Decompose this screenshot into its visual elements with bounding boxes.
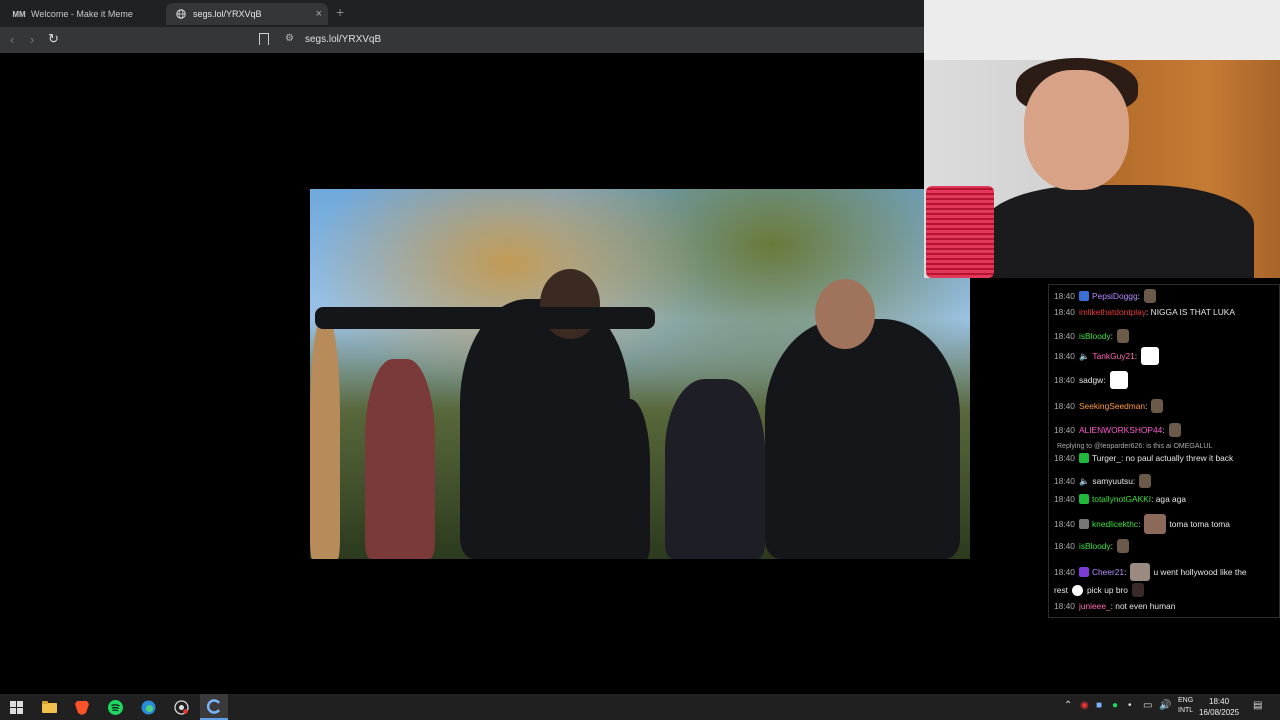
chat-message: 18:40 isBloody: [1054, 329, 1129, 343]
emote-icon [1141, 347, 1160, 365]
emote-icon [1168, 423, 1181, 437]
tab-segs-lol[interactable]: segs.lol/YRXVqB × [166, 3, 328, 25]
webcam-overlay [924, 0, 1280, 278]
globe-icon [174, 7, 188, 21]
emote-icon [1071, 584, 1083, 596]
verified-badge-icon [1078, 494, 1089, 504]
cup [926, 186, 994, 278]
emote-icon [1151, 399, 1164, 413]
emote-icon [1143, 289, 1156, 303]
chat-message: 18:40 🔈 TankGuy21: [1054, 347, 1160, 365]
spotify-icon[interactable] [106, 698, 124, 716]
speaker-badge-icon: 🔈 [1078, 350, 1090, 361]
reload-icon[interactable]: ↻ [48, 31, 59, 47]
taskbar: ⌃ ◉ ■ ● • ▭ 🔊 ENG INTL 18:40 16/08/2025 … [0, 694, 1280, 720]
language-indicator[interactable]: ENG INTL [1178, 696, 1193, 716]
bookmark-icon[interactable] [259, 33, 269, 45]
chat-message-continued: rest pick up bro [1054, 583, 1144, 597]
chat-message: 18:40 knedlicekthc: toma toma toma [1054, 514, 1230, 534]
chat-panel: 18:40 PepsiDoggg: 18:40 imlikethatdontpl… [1048, 284, 1280, 618]
tray-app-icon[interactable]: • [1128, 700, 1132, 711]
notifications-icon[interactable]: ▤ [1253, 700, 1262, 711]
file-explorer-icon[interactable] [40, 698, 58, 716]
chat-message: 18:40 🔈 samyuutsu: [1054, 474, 1152, 488]
edge-browser-icon[interactable] [139, 698, 157, 716]
speaker-badge-icon: 🔈 [1078, 475, 1090, 486]
emote-icon [1139, 474, 1152, 488]
show-hidden-icons-icon[interactable]: ⌃ [1064, 700, 1072, 711]
video-player[interactable] [310, 189, 970, 559]
subscriber-badge-icon [1078, 291, 1089, 301]
emote-icon [1109, 371, 1128, 389]
address-bar[interactable]: segs.lol/YRXVqB [305, 34, 381, 45]
tray-spotify-icon[interactable]: ● [1112, 700, 1118, 711]
network-icon[interactable]: ▭ [1143, 700, 1152, 711]
tab-title: Welcome - Make it Meme [31, 9, 133, 19]
back-arrow-icon[interactable]: ‹ [10, 32, 14, 47]
emote-icon [1130, 563, 1151, 581]
chat-message: 18:40 SeekingSeedman: [1054, 399, 1164, 413]
cheer-badge-icon [1078, 567, 1089, 577]
tab-strip: MM Welcome - Make it Meme segs.lol/YRXVq… [0, 0, 924, 27]
clock[interactable]: 18:40 16/08/2025 [1199, 696, 1239, 718]
tab-make-it-meme[interactable]: MM Welcome - Make it Meme [4, 3, 164, 25]
brave-browser-icon[interactable] [73, 698, 91, 716]
verified-badge-icon [1078, 453, 1089, 463]
chat-message: 18:40 Cheer21: u went hollywood like the [1054, 563, 1247, 581]
volume-icon[interactable]: 🔊 [1159, 700, 1171, 711]
tray-app-icon[interactable]: ◉ [1080, 700, 1089, 711]
emote-icon [1131, 583, 1144, 597]
chat-message: 18:40 isBloody: [1054, 539, 1129, 553]
chat-message: 18:40 Turger_: no paul actually threw it… [1054, 453, 1234, 463]
emote-icon [1116, 329, 1129, 343]
reply-context: Replying to @leoparder626: is this ai OM… [1057, 443, 1213, 450]
forward-arrow-icon[interactable]: › [30, 32, 34, 47]
browser-toolbar: ‹ › ↻ ⚙ segs.lol/YRXVqB [0, 27, 924, 53]
chat-message: 18:40 imlikethatdontplay: NIGGA IS THAT … [1054, 307, 1235, 317]
emote-icon [1144, 514, 1167, 534]
make-it-meme-favicon-icon: MM [12, 9, 26, 19]
chat-message: 18:40 junieee_: not even human [1054, 601, 1176, 611]
steam-obs-icon[interactable] [172, 698, 190, 716]
chat-message: 18:40 sadgw: [1054, 371, 1128, 389]
tray-app-icon[interactable]: ■ [1096, 700, 1102, 711]
emote-icon [1116, 539, 1129, 553]
windows-start-icon[interactable] [7, 698, 25, 716]
new-tab-button[interactable]: + [336, 4, 344, 20]
site-info-icon[interactable]: ⚙ [285, 33, 294, 44]
badge-icon [1078, 519, 1089, 529]
chrome-taskbar-icon[interactable] [200, 694, 228, 720]
chat-message: 18:40 PepsiDoggg: [1054, 289, 1156, 303]
chat-message: 18:40 totallynotGAKKI: aga aga [1054, 494, 1187, 504]
chat-message: 18:40 ALIENWORKSHOP44: [1054, 423, 1181, 437]
close-tab-icon[interactable]: × [316, 8, 322, 20]
tab-title: segs.lol/YRXVqB [193, 9, 262, 19]
